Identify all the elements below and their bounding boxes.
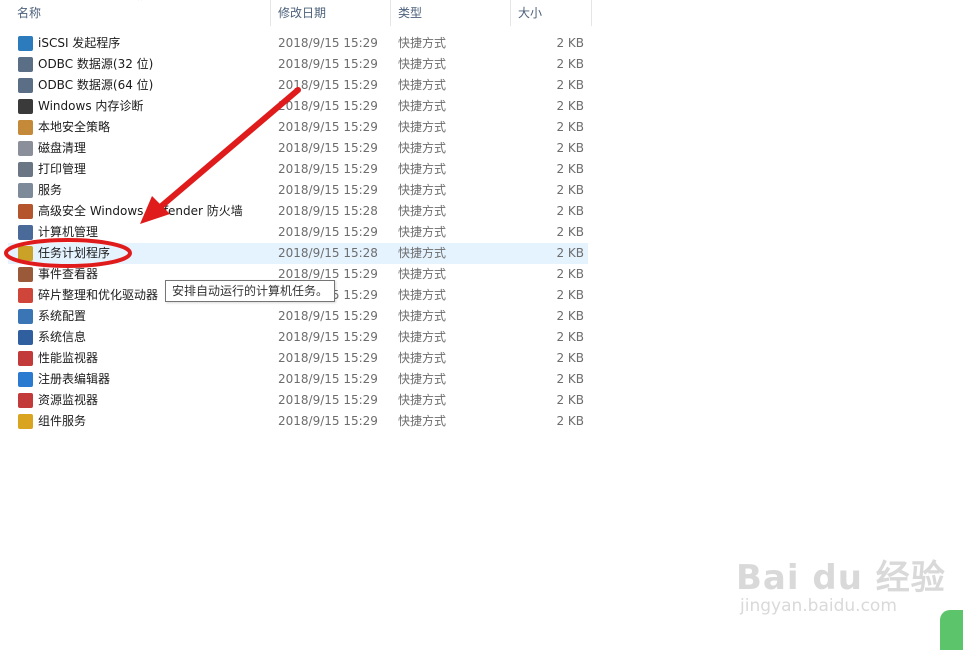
corner-leaf-decoration xyxy=(940,610,963,650)
annotation-overlay xyxy=(4,87,301,268)
annotation-arrow-shaft xyxy=(155,87,301,212)
watermark-sub: jingyan.baidu.com xyxy=(740,596,897,616)
watermark-main: Bai du 经验 xyxy=(736,558,946,598)
baidu-watermark: Bai du 经验 jingyan.baidu.com xyxy=(736,560,946,616)
annotation-circle xyxy=(4,238,132,268)
